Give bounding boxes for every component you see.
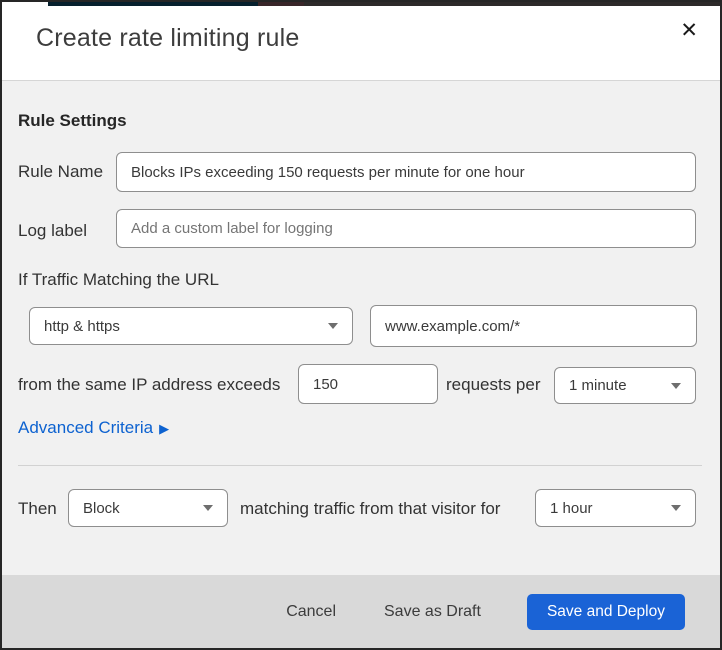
request-count-input[interactable]	[298, 364, 438, 404]
exceeds-text: from the same IP address exceeds	[18, 375, 281, 394]
scheme-select-value: http & https	[44, 317, 120, 335]
cancel-button[interactable]: Cancel	[284, 597, 338, 627]
background-sliver-dark	[304, 2, 720, 6]
scheme-select[interactable]: http & https	[29, 307, 353, 345]
period-select-value: 1 minute	[569, 377, 627, 394]
rate-limit-modal: Create rate limiting rule ✕ Rule Setting…	[0, 0, 722, 650]
log-label-input[interactable]	[116, 209, 696, 248]
modal-footer: Cancel Save as Draft Save and Deploy	[2, 575, 720, 648]
advanced-criteria-label: Advanced Criteria	[18, 418, 154, 437]
rule-name-input[interactable]	[116, 152, 696, 192]
url-input[interactable]	[370, 305, 697, 347]
arrow-right-icon: ▶	[159, 420, 170, 436]
requests-per-text: requests per	[446, 375, 541, 394]
save-and-deploy-button[interactable]: Save and Deploy	[526, 593, 685, 630]
background-sliver-navy	[48, 2, 258, 6]
background-sliver-maroon	[258, 2, 304, 6]
duration-select[interactable]: 1 hour	[535, 489, 696, 527]
duration-select-value: 1 hour	[550, 499, 593, 517]
modal-header: Create rate limiting rule ✕	[2, 2, 720, 81]
save-as-draft-button[interactable]: Save as Draft	[382, 597, 483, 627]
chevron-down-icon	[203, 505, 213, 511]
advanced-criteria-link[interactable]: Advanced Criteria ▶	[18, 418, 169, 438]
modal-title: Create rate limiting rule	[36, 24, 300, 52]
rule-name-label: Rule Name	[18, 162, 104, 181]
chevron-down-icon	[328, 323, 338, 329]
action-select-value: Block	[83, 499, 120, 517]
chevron-down-icon	[671, 505, 681, 511]
period-select[interactable]: 1 minute	[554, 367, 696, 404]
then-label: Then	[18, 499, 57, 518]
section-divider	[18, 465, 702, 466]
rule-settings-heading: Rule Settings	[18, 111, 127, 130]
log-label-label: Log label	[18, 221, 88, 240]
action-select[interactable]: Block	[68, 489, 228, 527]
traffic-matching-text: If Traffic Matching the URL	[18, 270, 219, 289]
background-page-sliver	[2, 2, 720, 6]
modal-body: Rule Settings Rule Name Log label If Tra…	[2, 81, 720, 575]
close-icon[interactable]: ✕	[676, 16, 702, 45]
chevron-down-icon	[671, 382, 681, 389]
matching-text: matching traffic from that visitor for	[240, 499, 501, 518]
